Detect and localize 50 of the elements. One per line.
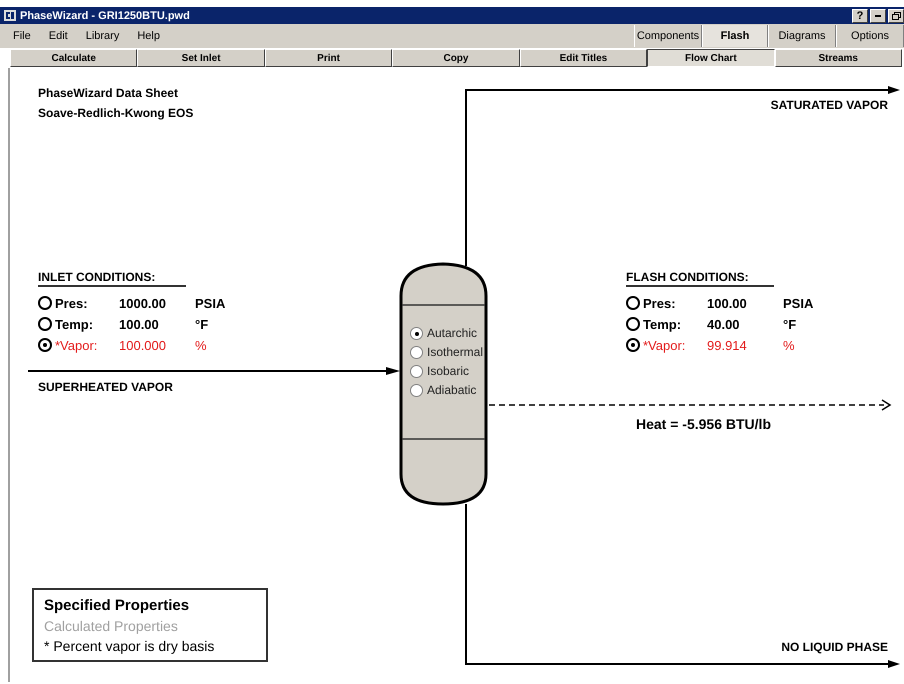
legend-text: Specified Properties: [44, 596, 190, 616]
property-unit: PSIA: [195, 296, 226, 310]
menu-item[interactable]: Help: [128, 30, 169, 42]
property-label: *Vapor:: [643, 338, 686, 352]
radio-label[interactable]: Isothermal: [427, 345, 484, 359]
property-unit: %: [783, 338, 795, 352]
toolbar-button[interactable]: Print: [264, 49, 392, 67]
help-button[interactable]: ?: [852, 8, 868, 22]
view-tab[interactable]: Diagrams: [768, 25, 836, 47]
property-label: Pres:: [55, 296, 89, 310]
sheet-subtitle: Soave-Redlich-Kwong EOS: [38, 106, 194, 120]
property-unit: °F: [783, 316, 796, 332]
menu-item[interactable]: File: [4, 30, 40, 42]
property-label: Temp:: [643, 316, 682, 332]
menu-item[interactable]: Library: [76, 30, 128, 42]
toolbar-button[interactable]: Flow Chart: [647, 49, 775, 67]
sheet-title: PhaseWizard Data Sheet: [38, 86, 178, 100]
property-label: Pres:: [643, 296, 677, 310]
section-heading: INLET CONDITIONS:: [38, 270, 186, 287]
outlet-label: NO LIQUID PHASE: [781, 640, 888, 654]
property-value: 1000.00: [119, 296, 167, 310]
property-unit: %: [195, 338, 207, 352]
outlet-label: SATURATED VAPOR: [770, 98, 888, 112]
legend-text: * Percent vapor is dry basis: [44, 637, 216, 656]
window-title: PhaseWizard - GRI1250BTU.pwd: [20, 10, 190, 22]
toolbar-button[interactable]: Edit Titles: [520, 49, 648, 67]
property-label: *Vapor:: [55, 338, 98, 352]
menu-item[interactable]: Edit: [40, 30, 77, 42]
property-value: 99.914: [707, 338, 748, 352]
toolbar-button[interactable]: Streams: [774, 49, 902, 67]
toolbar-button[interactable]: Set Inlet: [137, 49, 265, 67]
radio-label[interactable]: Adiabatic: [427, 383, 476, 397]
view-tab[interactable]: Flash: [702, 25, 768, 47]
property-value: 100.000: [119, 338, 167, 352]
property-unit: °F: [195, 316, 208, 332]
property-label: Temp:: [55, 316, 94, 332]
legend-text: Calculated Properties: [44, 617, 179, 636]
view-tab[interactable]: Components: [634, 25, 702, 47]
property-value: 40.00: [707, 316, 741, 332]
property-value: 100.00: [707, 296, 748, 310]
heat-label: Heat = -5.956 BTU/lb: [636, 416, 771, 432]
radio-label[interactable]: Isobaric: [427, 364, 470, 378]
section-heading: FLASH CONDITIONS:: [626, 270, 774, 287]
toolbar-button[interactable]: Copy: [392, 49, 520, 67]
property-value: 100.00: [119, 316, 160, 332]
property-unit: PSIA: [783, 296, 814, 310]
radio-label[interactable]: Autarchic: [427, 326, 478, 340]
toolbar-button[interactable]: Calculate: [10, 49, 138, 67]
view-tab[interactable]: Options: [836, 25, 904, 47]
stream-label: SUPERHEATED VAPOR: [38, 380, 173, 394]
